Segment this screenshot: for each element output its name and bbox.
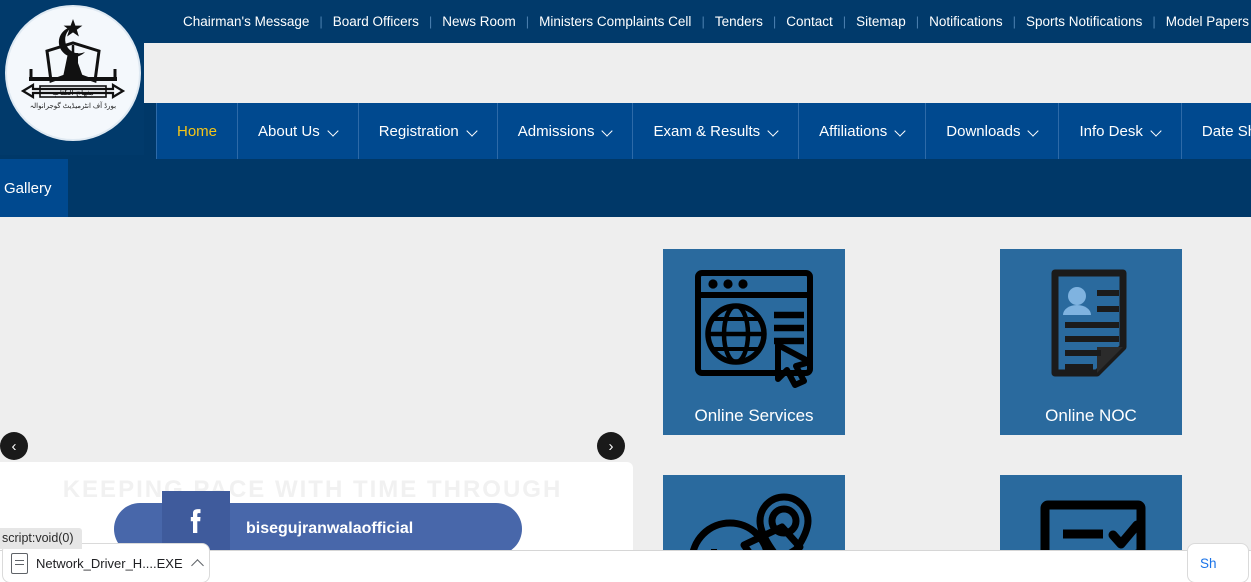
social-handle-facebook: bisegujranwalaofficial (246, 520, 414, 537)
download-file-name: Network_Driver_H....EXE (36, 555, 183, 571)
top-separator: | (1012, 14, 1017, 29)
nav-item-label: Registration (378, 122, 459, 140)
toplink-model-papers[interactable]: Model Papers (1166, 0, 1249, 43)
main-navigation-items: Home About Us Registration Admissions Ex… (156, 103, 1251, 159)
top-utility-links: Chairman's Message | Board Officers | Ne… (0, 0, 1251, 43)
browser-status-tooltip: script:void(0) (0, 528, 82, 549)
svg-text:بورڈ آف انٹرمیڈیٹ گوجرانوالہ: بورڈ آف انٹرمیڈیٹ گوجرانوالہ (30, 100, 116, 110)
service-tile-checklist[interactable] (1000, 475, 1182, 582)
chevron-down-icon (468, 127, 477, 136)
nav-item-home[interactable]: Home (156, 103, 239, 159)
carousel-next-button[interactable]: › (597, 432, 625, 460)
chevron-down-icon (1029, 127, 1038, 136)
nav-item-downloads[interactable]: Downloads (926, 103, 1060, 159)
nav-item-label: Affiliations (819, 122, 888, 140)
toplink-news-room[interactable]: News Room (442, 0, 516, 43)
status-tooltip-text: script:void(0) (2, 531, 74, 545)
nav-item-label: Date Sheets (1201, 122, 1251, 140)
service-tile-online-noc[interactable]: Online NOC (1000, 249, 1182, 435)
chevron-down-icon (329, 127, 338, 136)
browser-viewport: Chairman's Message | Board Officers | Ne… (0, 0, 1251, 582)
page-right-gutter (1247, 217, 1251, 550)
chevron-down-icon (603, 127, 612, 136)
main-navigation-bar: Home About Us Registration Admissions Ex… (0, 103, 1251, 159)
toplink-sitemap[interactable]: Sitemap (856, 0, 906, 43)
top-separator: | (701, 14, 705, 29)
chevron-down-icon (1152, 127, 1161, 136)
carousel-next-arrow-icon: › (608, 437, 614, 455)
service-tile-label: Online Services (694, 406, 814, 425)
service-tile-location[interactable] (663, 475, 845, 582)
toplink-contact[interactable]: Contact (786, 0, 833, 43)
bg-line-1: KEEPING PACE WITH TIME THROUGH (62, 476, 563, 503)
top-separator: | (915, 14, 920, 29)
download-shelf: Network_Driver_H....EXE Sh (0, 543, 1251, 582)
toplink-board-officers[interactable]: Board Officers (333, 0, 419, 43)
toplink-tenders[interactable]: Tenders (715, 0, 763, 43)
nav-item-date-sheets[interactable]: Date Sheets (1181, 103, 1251, 159)
toplink-sports-notifications[interactable]: Sports Notifications (1026, 0, 1142, 43)
svg-text:منهاج الکتاب: منهاج الکتاب (52, 88, 94, 97)
nav-item-info-desk[interactable]: Info Desk (1059, 103, 1182, 159)
nav-item-label: Admissions (517, 122, 595, 140)
nav-item-label: Home (177, 122, 218, 140)
nav-item-registration[interactable]: Registration (358, 103, 498, 159)
top-separator: | (842, 14, 847, 29)
nav-item-label: Info Desk (1079, 122, 1143, 140)
nav-item-label: Gallery (4, 179, 52, 197)
file-icon (11, 552, 28, 574)
document-person-icon (1025, 263, 1157, 400)
toplink-ministers-complaints-cell[interactable]: Ministers Complaints Cell (539, 0, 691, 43)
nav-item-label: Exam & Results (653, 122, 761, 140)
nav-item-gallery[interactable]: Gallery (0, 159, 68, 217)
carousel-prev-arrow-icon: ‹ (11, 437, 17, 455)
toplink-chairmans-message[interactable]: Chairman's Message (183, 0, 309, 43)
nav-item-affiliations[interactable]: Affiliations (799, 103, 927, 159)
top-utility-bar: Chairman's Message | Board Officers | Ne… (0, 0, 1251, 43)
logo-emblem-icon: منهاج الکتاب بورڈ آف انٹرمیڈیٹ گوجرانوال… (7, 7, 139, 139)
nav-item-label: About Us (258, 122, 320, 140)
top-separator: | (1152, 14, 1156, 29)
service-tile-online-services[interactable]: Online Services (663, 249, 845, 435)
nav-item-admissions[interactable]: Admissions (497, 103, 634, 159)
chevron-up-icon[interactable] (191, 556, 205, 570)
page-content-area: KEEPING PACE WITH TIME THROUGH SOLUTIONS… (0, 217, 1251, 582)
nav-item-exam-results[interactable]: Exam & Results (633, 103, 800, 159)
nav-item-about-us[interactable]: About Us (238, 103, 359, 159)
chevron-down-icon (896, 127, 905, 136)
browser-globe-cursor-icon (686, 263, 822, 400)
show-all-downloads-button[interactable]: Sh (1187, 543, 1249, 582)
carousel-prev-button[interactable]: ‹ (0, 432, 28, 460)
top-separator: | (319, 14, 323, 29)
top-separator: | (772, 14, 777, 29)
top-separator: | (428, 14, 433, 29)
nav-item-label: Downloads (946, 122, 1021, 140)
chevron-down-icon (769, 127, 778, 136)
site-logo[interactable]: منهاج الکتاب بورڈ آف انٹرمیڈیٹ گوجرانوال… (0, 0, 144, 155)
service-tile-label: Online NOC (1045, 406, 1137, 425)
top-separator: | (525, 14, 530, 29)
show-all-label: Sh (1200, 555, 1217, 571)
secondary-navigation-bar: Gallery (0, 159, 1251, 217)
toplink-notifications[interactable]: Notifications (929, 0, 1003, 43)
